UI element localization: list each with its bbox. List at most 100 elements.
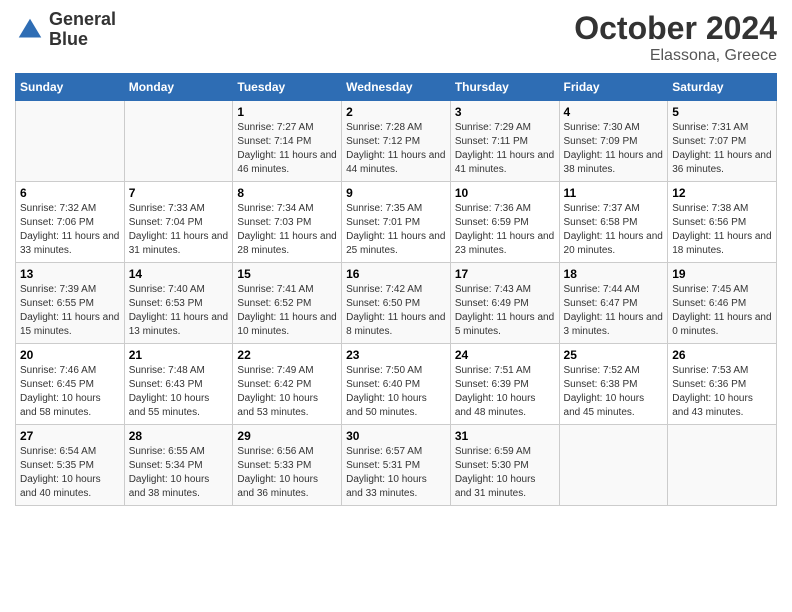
day-info: Sunrise: 7:31 AM Sunset: 7:07 PM Dayligh…: [672, 121, 772, 177]
calendar-cell: 25Sunrise: 7:52 AM Sunset: 6:38 PM Dayli…: [559, 344, 668, 425]
day-number: 13: [20, 267, 120, 281]
day-info: Sunrise: 6:59 AM Sunset: 5:30 PM Dayligh…: [455, 445, 555, 501]
day-number: 14: [129, 267, 229, 281]
calendar-week-1: 1 Sunrise: 7:27 AM Sunset: 7:14 PM Daylig…: [16, 101, 777, 182]
day-number: 18: [564, 267, 664, 281]
day-number: 21: [129, 348, 229, 362]
day-number: 27: [20, 429, 120, 443]
calendar-cell: 4Sunrise: 7:30 AM Sunset: 7:09 PM Daylig…: [559, 101, 668, 182]
calendar-cell: [668, 425, 777, 506]
calendar-cell: [124, 101, 233, 182]
day-number: 29: [237, 429, 337, 443]
calendar-week-4: 20 Sunrise: 7:46 AM Sunset: 6:45 PM Dayli…: [16, 344, 777, 425]
calendar-cell: 2Sunrise: 7:28 AM Sunset: 7:12 PM Daylig…: [342, 101, 451, 182]
calendar-cell: 8Sunrise: 7:34 AM Sunset: 7:03 PM Daylig…: [233, 182, 342, 263]
day-info: Sunrise: 7:41 AM Sunset: 6:52 PM Dayligh…: [237, 283, 337, 339]
calendar-cell: 11 Sunrise: 7:37 AM Sunset: 6:58 PM Dayli…: [559, 182, 668, 263]
calendar-cell: 18 Sunrise: 7:44 AM Sunset: 6:47 PM Dayli…: [559, 263, 668, 344]
logo-icon: [15, 15, 45, 45]
day-number: 28: [129, 429, 229, 443]
day-info: Sunrise: 7:44 AM Sunset: 6:47 PM Dayligh…: [564, 283, 664, 339]
day-info: Sunrise: 7:49 AM Sunset: 6:42 PM Dayligh…: [237, 364, 337, 420]
calendar-cell: 24 Sunrise: 7:51 AM Sunset: 6:39 PM Dayli…: [450, 344, 559, 425]
title-block: October 2024 Elassona, Greece: [574, 10, 777, 65]
day-number: 31: [455, 429, 555, 443]
day-header-saturday: Saturday: [668, 74, 777, 101]
calendar-cell: [16, 101, 125, 182]
day-number: 25: [564, 348, 664, 362]
day-header-sunday: Sunday: [16, 74, 125, 101]
calendar-week-5: 27 Sunrise: 6:54 AM Sunset: 5:35 PM Dayli…: [16, 425, 777, 506]
logo: General Blue: [15, 10, 116, 50]
calendar-cell: 30 Sunrise: 6:57 AM Sunset: 5:31 PM Dayli…: [342, 425, 451, 506]
calendar-cell: 17Sunrise: 7:43 AM Sunset: 6:49 PM Dayli…: [450, 263, 559, 344]
day-info: Sunrise: 7:32 AM Sunset: 7:06 PM Dayligh…: [20, 202, 120, 258]
calendar-cell: 19 Sunrise: 7:45 AM Sunset: 6:46 PM Dayli…: [668, 263, 777, 344]
day-info: Sunrise: 7:39 AM Sunset: 6:55 PM Dayligh…: [20, 283, 120, 339]
day-info: Sunrise: 7:42 AM Sunset: 6:50 PM Dayligh…: [346, 283, 446, 339]
calendar-cell: 27 Sunrise: 6:54 AM Sunset: 5:35 PM Dayli…: [16, 425, 125, 506]
day-info: Sunrise: 7:38 AM Sunset: 6:56 PM Dayligh…: [672, 202, 772, 258]
calendar-cell: 5 Sunrise: 7:31 AM Sunset: 7:07 PM Daylig…: [668, 101, 777, 182]
calendar-cell: 1 Sunrise: 7:27 AM Sunset: 7:14 PM Daylig…: [233, 101, 342, 182]
day-number: 3: [455, 105, 555, 119]
day-number: 5: [672, 105, 772, 119]
day-info: Sunrise: 7:33 AM Sunset: 7:04 PM Dayligh…: [129, 202, 229, 258]
calendar-cell: 20 Sunrise: 7:46 AM Sunset: 6:45 PM Dayli…: [16, 344, 125, 425]
calendar-cell: 12 Sunrise: 7:38 AM Sunset: 6:56 PM Dayli…: [668, 182, 777, 263]
day-info: Sunrise: 7:29 AM Sunset: 7:11 PM Dayligh…: [455, 121, 555, 177]
calendar-cell: 16 Sunrise: 7:42 AM Sunset: 6:50 PM Dayli…: [342, 263, 451, 344]
day-number: 10: [455, 186, 555, 200]
day-number: 9: [346, 186, 446, 200]
day-header-monday: Monday: [124, 74, 233, 101]
day-number: 17: [455, 267, 555, 281]
day-info: Sunrise: 7:35 AM Sunset: 7:01 PM Dayligh…: [346, 202, 446, 258]
day-number: 1: [237, 105, 337, 119]
day-header-tuesday: Tuesday: [233, 74, 342, 101]
day-number: 19: [672, 267, 772, 281]
day-number: 26: [672, 348, 772, 362]
calendar-cell: 31 Sunrise: 6:59 AM Sunset: 5:30 PM Dayli…: [450, 425, 559, 506]
day-number: 8: [237, 186, 337, 200]
day-info: Sunrise: 7:51 AM Sunset: 6:39 PM Dayligh…: [455, 364, 555, 420]
calendar-cell: 10Sunrise: 7:36 AM Sunset: 6:59 PM Dayli…: [450, 182, 559, 263]
day-info: Sunrise: 6:54 AM Sunset: 5:35 PM Dayligh…: [20, 445, 120, 501]
calendar-table: SundayMondayTuesdayWednesdayThursdayFrid…: [15, 73, 777, 506]
day-info: Sunrise: 7:46 AM Sunset: 6:45 PM Dayligh…: [20, 364, 120, 420]
day-info: Sunrise: 7:40 AM Sunset: 6:53 PM Dayligh…: [129, 283, 229, 339]
day-number: 24: [455, 348, 555, 362]
day-number: 22: [237, 348, 337, 362]
calendar-cell: 28 Sunrise: 6:55 AM Sunset: 5:34 PM Dayli…: [124, 425, 233, 506]
page-subtitle: Elassona, Greece: [574, 47, 777, 65]
day-number: 6: [20, 186, 120, 200]
day-info: Sunrise: 6:56 AM Sunset: 5:33 PM Dayligh…: [237, 445, 337, 501]
day-number: 23: [346, 348, 446, 362]
day-info: Sunrise: 6:57 AM Sunset: 5:31 PM Dayligh…: [346, 445, 446, 501]
day-header-friday: Friday: [559, 74, 668, 101]
day-number: 30: [346, 429, 446, 443]
day-number: 16: [346, 267, 446, 281]
calendar-cell: 15 Sunrise: 7:41 AM Sunset: 6:52 PM Dayli…: [233, 263, 342, 344]
logo-text: General Blue: [49, 10, 116, 50]
calendar-cell: 23 Sunrise: 7:50 AM Sunset: 6:40 PM Dayli…: [342, 344, 451, 425]
day-number: 12: [672, 186, 772, 200]
day-number: 20: [20, 348, 120, 362]
day-header-thursday: Thursday: [450, 74, 559, 101]
day-number: 7: [129, 186, 229, 200]
page-title: October 2024: [574, 10, 777, 47]
day-info: Sunrise: 7:37 AM Sunset: 6:58 PM Dayligh…: [564, 202, 664, 258]
day-info: Sunrise: 7:50 AM Sunset: 6:40 PM Dayligh…: [346, 364, 446, 420]
day-number: 11: [564, 186, 664, 200]
calendar-cell: 3 Sunrise: 7:29 AM Sunset: 7:11 PM Daylig…: [450, 101, 559, 182]
day-info: Sunrise: 7:27 AM Sunset: 7:14 PM Dayligh…: [237, 121, 337, 177]
calendar-week-2: 6 Sunrise: 7:32 AM Sunset: 7:06 PM Daylig…: [16, 182, 777, 263]
day-info: Sunrise: 7:53 AM Sunset: 6:36 PM Dayligh…: [672, 364, 772, 420]
calendar-cell: 9 Sunrise: 7:35 AM Sunset: 7:01 PM Daylig…: [342, 182, 451, 263]
calendar-cell: [559, 425, 668, 506]
day-info: Sunrise: 6:55 AM Sunset: 5:34 PM Dayligh…: [129, 445, 229, 501]
day-number: 15: [237, 267, 337, 281]
calendar-week-3: 13 Sunrise: 7:39 AM Sunset: 6:55 PM Dayli…: [16, 263, 777, 344]
day-info: Sunrise: 7:45 AM Sunset: 6:46 PM Dayligh…: [672, 283, 772, 339]
calendar-cell: 14 Sunrise: 7:40 AM Sunset: 6:53 PM Dayli…: [124, 263, 233, 344]
day-header-wednesday: Wednesday: [342, 74, 451, 101]
